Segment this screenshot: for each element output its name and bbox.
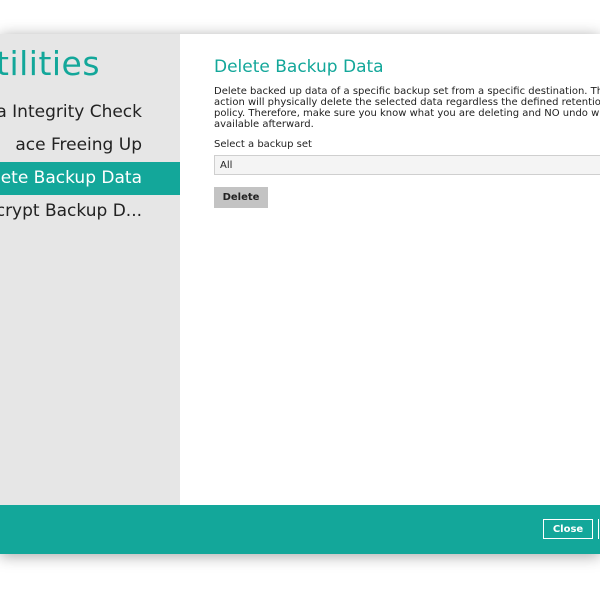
sidebar-item-label: ta Integrity Check (0, 102, 142, 122)
main-content: Delete Backup Data Delete backed up data… (180, 34, 600, 505)
backup-set-select-value: All (220, 160, 233, 171)
close-button[interactable]: Close (543, 519, 593, 539)
backup-set-select[interactable]: All (214, 155, 600, 175)
sidebar-item-space-freeing-up[interactable]: ace Freeing Up (0, 129, 180, 162)
sidebar-item-label: lete Backup Data (0, 168, 142, 188)
utilities-window: tilities ta Integrity Check ace Freeing … (0, 34, 600, 554)
sidebar-item-label: crypt Backup D... (0, 201, 142, 221)
sidebar-item-label: ace Freeing Up (15, 135, 142, 155)
description-text: Delete backed up data of a specific back… (214, 86, 600, 130)
sidebar-item-delete-backup-data[interactable]: lete Backup Data (0, 162, 180, 195)
sidebar-title: tilities (0, 44, 101, 83)
sidebar-item-data-integrity-check[interactable]: ta Integrity Check (0, 96, 180, 129)
footer-bar: Close (0, 505, 600, 554)
sidebar: tilities ta Integrity Check ace Freeing … (0, 34, 180, 505)
page-title: Delete Backup Data (214, 57, 384, 77)
backup-set-label: Select a backup set (214, 139, 312, 150)
sidebar-nav: ta Integrity Check ace Freeing Up lete B… (0, 96, 180, 228)
sidebar-item-decrypt-backup-data[interactable]: crypt Backup D... (0, 195, 180, 228)
delete-button[interactable]: Delete (214, 187, 268, 208)
